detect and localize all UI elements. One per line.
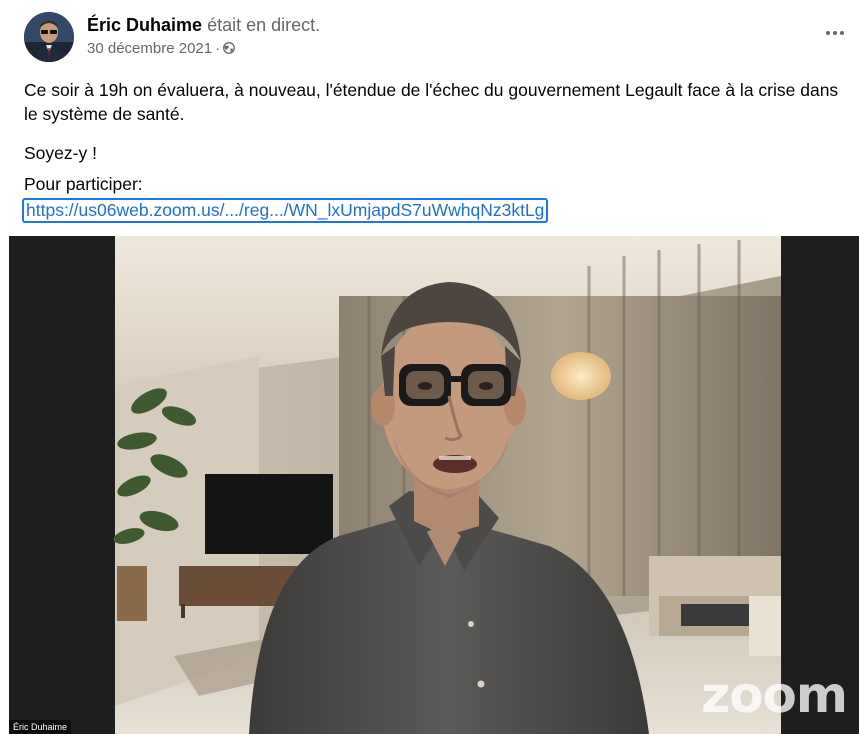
author-line: Éric Duhaime était en direct. bbox=[87, 14, 320, 36]
post-paragraph: Soyez-y ! bbox=[24, 143, 97, 163]
post-paragraph: Ce soir à 19h on évaluera, à nouveau, l'… bbox=[24, 80, 839, 124]
meta-separator: · bbox=[215, 40, 221, 57]
globe-icon bbox=[223, 42, 236, 54]
more-options-icon-dot bbox=[833, 31, 837, 35]
zoom-watermark-logo: zoom bbox=[701, 666, 848, 724]
more-options-icon-dot bbox=[840, 31, 844, 35]
post-paragraph-with-link: Pour participer: https://us06web.zoom.us… bbox=[22, 172, 854, 223]
video-frame bbox=[9, 236, 859, 734]
more-options-button[interactable] bbox=[820, 22, 850, 42]
more-options-icon bbox=[826, 31, 830, 35]
participant-name-tag: Éric Duhaime bbox=[9, 720, 72, 734]
post-header: Éric Duhaime était en direct. 30 décembr… bbox=[24, 10, 850, 62]
author-name[interactable]: Éric Duhaime bbox=[87, 15, 202, 35]
author-avatar[interactable] bbox=[24, 12, 74, 62]
facebook-post: Éric Duhaime était en direct. 30 décembr… bbox=[0, 0, 859, 734]
author-status: était en direct. bbox=[207, 15, 321, 35]
post-date[interactable]: 30 décembre 2021 bbox=[87, 40, 212, 57]
live-video-player[interactable]: Éric Duhaime zoom bbox=[9, 236, 859, 734]
avatar-image bbox=[24, 12, 74, 62]
post-meta: 30 décembre 2021 · bbox=[87, 40, 236, 58]
post-paragraph: Pour participer: bbox=[24, 174, 143, 194]
zoom-registration-link[interactable]: https://us06web.zoom.us/.../reg.../WN_lx… bbox=[22, 198, 549, 223]
